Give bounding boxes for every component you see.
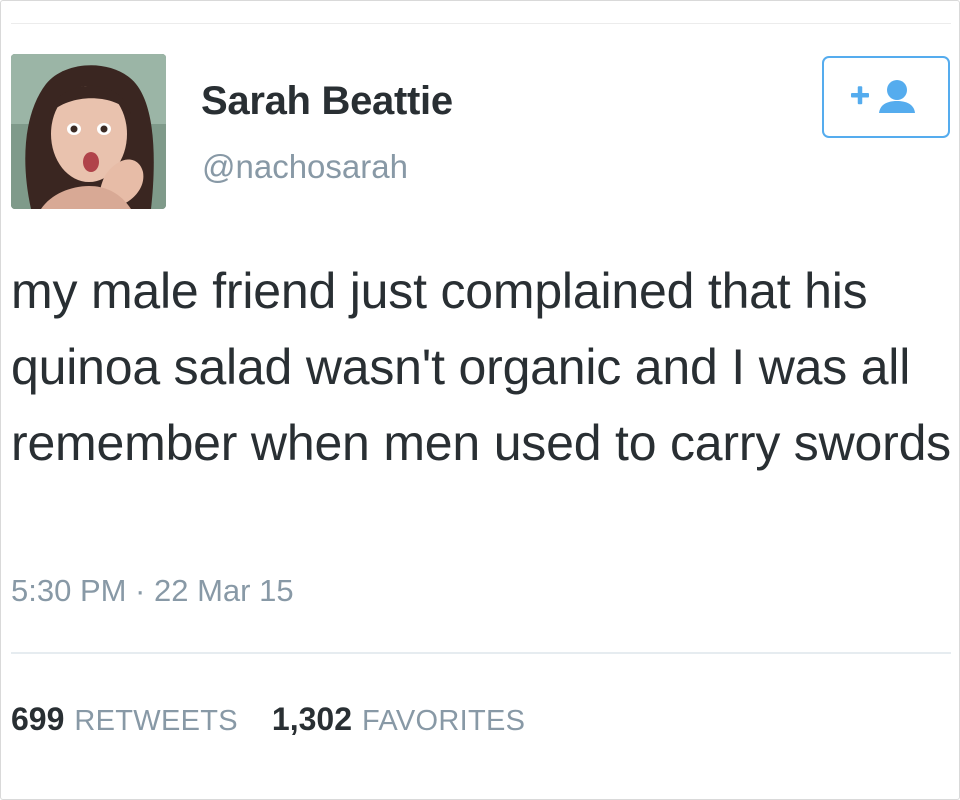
tweet-timestamp[interactable]: 5:30 PM · 22 Mar 15	[11, 573, 294, 609]
top-divider	[11, 23, 951, 24]
stats-divider	[11, 652, 951, 654]
retweets-stat[interactable]: 699 RETWEETS	[11, 701, 238, 738]
profile-photo-icon	[11, 54, 166, 209]
favorites-count: 1,302	[271, 701, 352, 737]
user-handle[interactable]: @nachosarah	[202, 148, 408, 186]
favorites-label: FAVORITES	[361, 705, 526, 737]
retweets-label: RETWEETS	[74, 705, 238, 737]
tweet-stats: 699 RETWEETS 1,302 FAVORITES	[11, 701, 559, 738]
retweets-count: 699	[11, 701, 65, 737]
tweet-card: Sarah Beattie @nachosarah my male friend…	[0, 0, 960, 800]
favorites-stat[interactable]: 1,302 FAVORITES	[272, 701, 525, 738]
avatar[interactable]	[11, 54, 166, 209]
tweet-text: my male friend just complained that his …	[11, 263, 951, 471]
display-name[interactable]: Sarah Beattie	[201, 79, 453, 124]
add-user-icon	[851, 80, 915, 113]
follow-button[interactable]	[822, 56, 950, 138]
